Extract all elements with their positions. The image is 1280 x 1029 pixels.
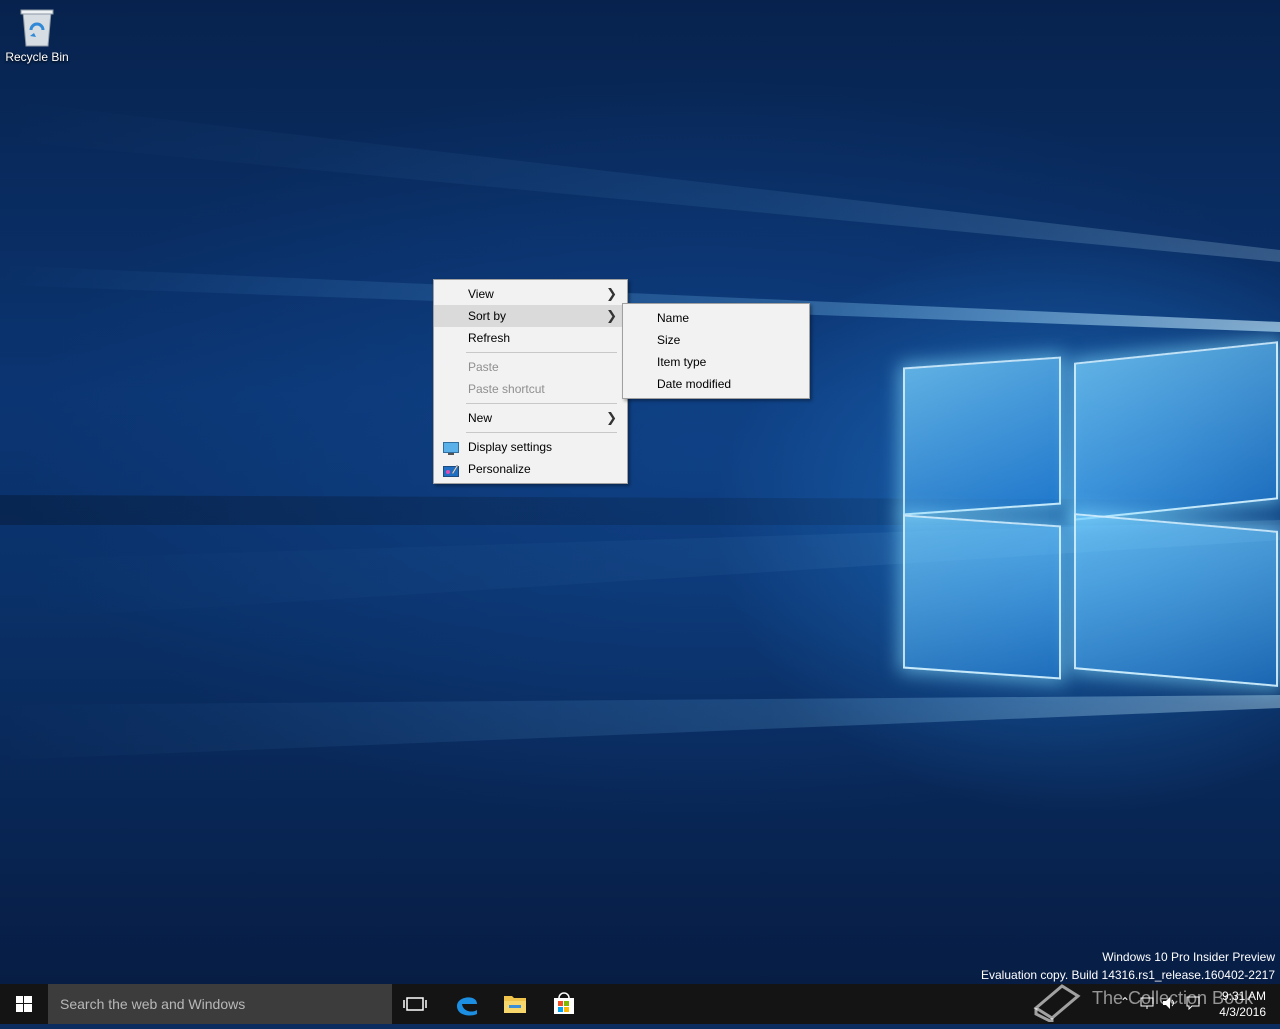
menu-item-label: Refresh <box>468 331 511 345</box>
menu-item-refresh[interactable]: Refresh <box>434 327 627 349</box>
menu-item-display-settings[interactable]: Display settings <box>434 436 627 458</box>
recycle-bin-shortcut[interactable]: Recycle Bin <box>4 6 70 64</box>
start-button[interactable] <box>0 984 48 1024</box>
chevron-right-icon: ❯ <box>606 410 617 425</box>
task-view-button[interactable] <box>392 984 440 1024</box>
menu-item-label: Paste <box>468 360 499 374</box>
sort-by-date-modified[interactable]: Date modified <box>623 373 809 395</box>
menu-separator <box>466 432 617 433</box>
recycle-bin-icon <box>20 6 54 47</box>
personalize-icon <box>443 462 459 477</box>
desktop-context-menu: View ❯ Sort by ❯ Refresh Paste Paste sho… <box>433 279 628 484</box>
menu-item-label: New <box>468 411 493 425</box>
menu-item-sort-by[interactable]: Sort by ❯ <box>434 305 627 327</box>
menu-item-paste[interactable]: Paste <box>434 356 627 378</box>
desktop[interactable]: Recycle Bin View ❯ Sort by ❯ Refresh Pas… <box>0 0 1280 984</box>
store-icon <box>554 992 574 1014</box>
file-explorer-icon <box>504 996 526 1013</box>
windows-start-icon <box>16 996 32 1012</box>
menu-item-new[interactable]: New ❯ <box>434 407 627 429</box>
menu-item-view[interactable]: View ❯ <box>434 283 627 305</box>
file-explorer-button[interactable] <box>491 984 539 1024</box>
menu-item-label: Personalize <box>468 462 531 476</box>
chevron-right-icon: ❯ <box>606 286 617 301</box>
menu-item-paste-shortcut[interactable]: Paste shortcut <box>434 378 627 400</box>
recycle-bin-label: Recycle Bin <box>5 50 69 64</box>
display-settings-icon <box>443 440 459 455</box>
menu-separator <box>466 403 617 404</box>
edge-button[interactable] <box>443 984 491 1024</box>
sort-by-size[interactable]: Size <box>623 329 809 351</box>
task-view-icon <box>403 997 427 1011</box>
menu-item-label: Date modified <box>657 377 732 391</box>
chevron-right-icon: ❯ <box>606 308 617 323</box>
menu-item-label: View <box>468 287 494 301</box>
menu-item-label: Sort by <box>468 309 507 323</box>
menu-item-personalize[interactable]: Personalize <box>434 458 627 480</box>
edge-icon <box>457 997 477 1016</box>
sort-by-item-type[interactable]: Item type <box>623 351 809 373</box>
brand-watermark-overlay: The Collection Book <box>1032 976 1280 1024</box>
sort-by-name[interactable]: Name <box>623 307 809 329</box>
menu-item-label: Paste shortcut <box>468 382 545 396</box>
menu-item-label: Item type <box>657 355 707 369</box>
store-button[interactable] <box>540 984 588 1024</box>
sort-by-submenu: Name Size Item type Date modified <box>622 303 810 399</box>
menu-item-label: Size <box>657 333 681 347</box>
brand-text: The Collection Book <box>1092 988 1254 1008</box>
search-input[interactable]: Search the web and Windows <box>48 984 392 1024</box>
watermark-edition: Windows 10 Pro Insider Preview <box>1102 950 1275 964</box>
menu-item-label: Name <box>657 311 690 325</box>
book-logo-icon <box>1033 984 1081 1022</box>
menu-separator <box>466 352 617 353</box>
menu-item-label: Display settings <box>468 440 553 454</box>
